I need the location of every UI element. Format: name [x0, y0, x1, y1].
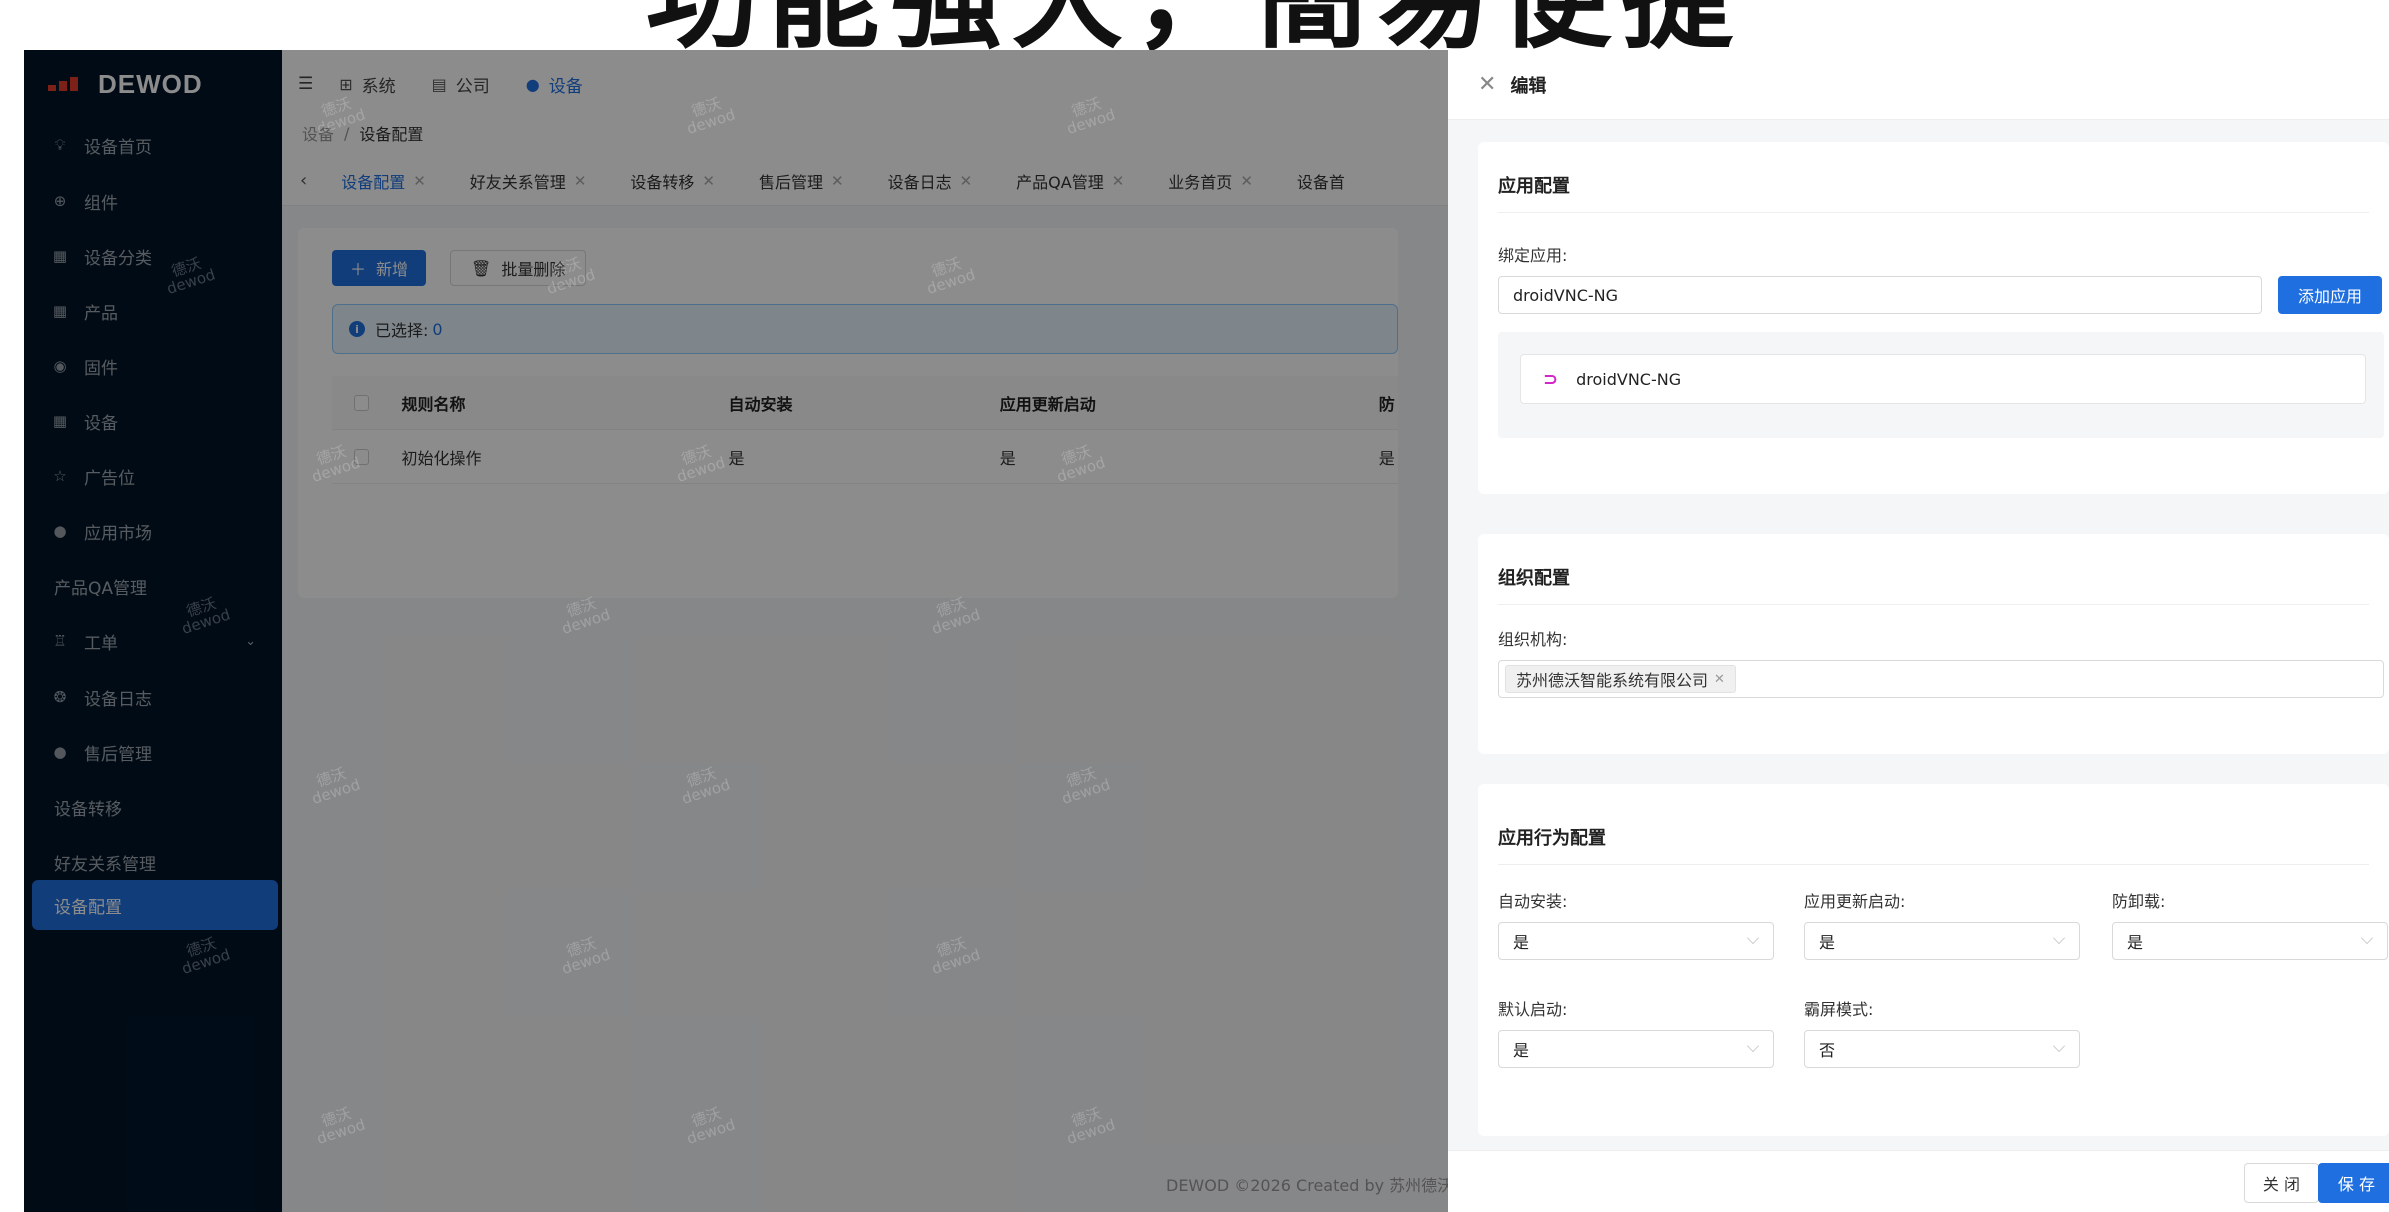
- update-launch-select[interactable]: 是: [1804, 922, 2080, 960]
- save-button[interactable]: 保 存: [2317, 1163, 2389, 1203]
- default-launch-label: 默认启动:: [1498, 1000, 1568, 1019]
- edit-drawer: ✕ 编辑 应用配置 绑定应用: droidVNC-NG 添加应用 ⊃ droid…: [1448, 50, 2389, 1212]
- anti-uninstall-select[interactable]: 是: [2112, 922, 2388, 960]
- watermark: 德沃 dewod: [1054, 442, 1108, 486]
- org-tag[interactable]: 苏州德沃智能系统有限公司 ✕: [1505, 665, 1736, 693]
- watermark: 德沃 dewod: [314, 94, 368, 138]
- auto-install-select[interactable]: 是: [1498, 922, 1774, 960]
- watermark: 德沃 dewod: [544, 254, 598, 298]
- chevron-down-icon: [2361, 932, 2373, 944]
- watermark: 德沃 dewod: [1064, 94, 1118, 138]
- watermark: 德沃 dewod: [684, 1104, 738, 1148]
- watermark: 德沃 dewod: [924, 254, 978, 298]
- app-config-card: 应用配置 绑定应用: droidVNC-NG 添加应用 ⊃ droidVNC-N…: [1478, 142, 2389, 494]
- bind-app-label: 绑定应用:: [1498, 246, 1568, 265]
- app-icon: ⊃: [1543, 368, 1559, 390]
- watermark: 德沃 dewod: [1059, 764, 1113, 808]
- watermark: 德沃 dewod: [674, 442, 728, 486]
- behavior-config-title: 应用行为配置: [1498, 828, 1606, 849]
- watermark: 德沃 dewod: [929, 934, 983, 978]
- divider: [1498, 604, 2369, 605]
- update-launch-label: 应用更新启动:: [1804, 892, 1906, 911]
- drawer-title: 编辑: [1510, 75, 1547, 97]
- close-icon[interactable]: ✕: [1478, 72, 1496, 97]
- divider: [1498, 212, 2369, 213]
- app-window: DEWOD 💡︎ 设备首页 ⊕ 组件 ▦ 设备分类 ▦ 产品 ◉ 固件 ▦ 设备…: [24, 50, 2389, 1212]
- chevron-down-icon: [2053, 932, 2065, 944]
- chevron-down-icon: [2053, 1040, 2065, 1052]
- bind-app-input[interactable]: droidVNC-NG: [1498, 276, 2262, 314]
- watermark: 德沃 dewod: [929, 594, 983, 638]
- bound-apps-list: ⊃ droidVNC-NG: [1498, 332, 2384, 438]
- chevron-down-icon: [1747, 932, 1759, 944]
- watermark: 德沃 dewod: [684, 94, 738, 138]
- app-name: droidVNC-NG: [1576, 369, 1682, 389]
- watermark: 德沃 dewod: [1064, 1104, 1118, 1148]
- watermark: 德沃 dewod: [559, 934, 613, 978]
- behavior-config-card: 应用行为配置 自动安装: 是 应用更新启动: 是 防卸载: 是 默认启动: 是 …: [1478, 784, 2389, 1136]
- auto-install-label: 自动安装:: [1498, 892, 1568, 911]
- anti-uninstall-label: 防卸载:: [2112, 892, 2166, 911]
- watermark: 德沃 dewod: [179, 934, 233, 978]
- drawer-header: ✕ 编辑: [1448, 50, 2389, 120]
- close-button[interactable]: 关 闭: [2243, 1163, 2319, 1203]
- org-config-card: 组织配置 组织机构: 苏州德沃智能系统有限公司 ✕: [1478, 534, 2389, 754]
- app-config-title: 应用配置: [1498, 176, 1570, 197]
- drawer-mask[interactable]: 德沃 dewod 德沃 dewod 德沃 dewod 德沃 dewod 德沃 dewod …: [24, 50, 1448, 1212]
- divider: [1498, 864, 2369, 865]
- promo-banner: 功能强大，簡易便捷: [0, 0, 2389, 50]
- watermark: 德沃 dewod: [164, 254, 218, 298]
- chevron-down-icon: [1747, 1040, 1759, 1052]
- tag-close-icon[interactable]: ✕: [1714, 672, 1725, 687]
- default-launch-select[interactable]: 是: [1498, 1030, 1774, 1068]
- watermark: 德沃 dewod: [679, 764, 733, 808]
- kiosk-mode-select[interactable]: 否: [1804, 1030, 2080, 1068]
- drawer-footer: 关 闭 保 存: [1448, 1150, 2389, 1212]
- banner-text: 功能强大，簡易便捷: [0, 0, 2389, 50]
- org-label: 组织机构:: [1498, 630, 1568, 649]
- watermark: 德沃 dewod: [309, 442, 363, 486]
- watermark: 德沃 dewod: [179, 594, 233, 638]
- watermark: 德沃 dewod: [559, 594, 613, 638]
- add-app-button[interactable]: 添加应用: [2278, 276, 2383, 314]
- watermark: 德沃 dewod: [309, 764, 363, 808]
- org-config-title: 组织配置: [1498, 568, 1570, 589]
- kiosk-mode-label: 霸屏模式:: [1804, 1000, 1874, 1019]
- list-item[interactable]: ⊃ droidVNC-NG: [1520, 354, 2366, 404]
- watermark: 德沃 dewod: [314, 1104, 368, 1148]
- org-select[interactable]: 苏州德沃智能系统有限公司 ✕: [1498, 660, 2384, 698]
